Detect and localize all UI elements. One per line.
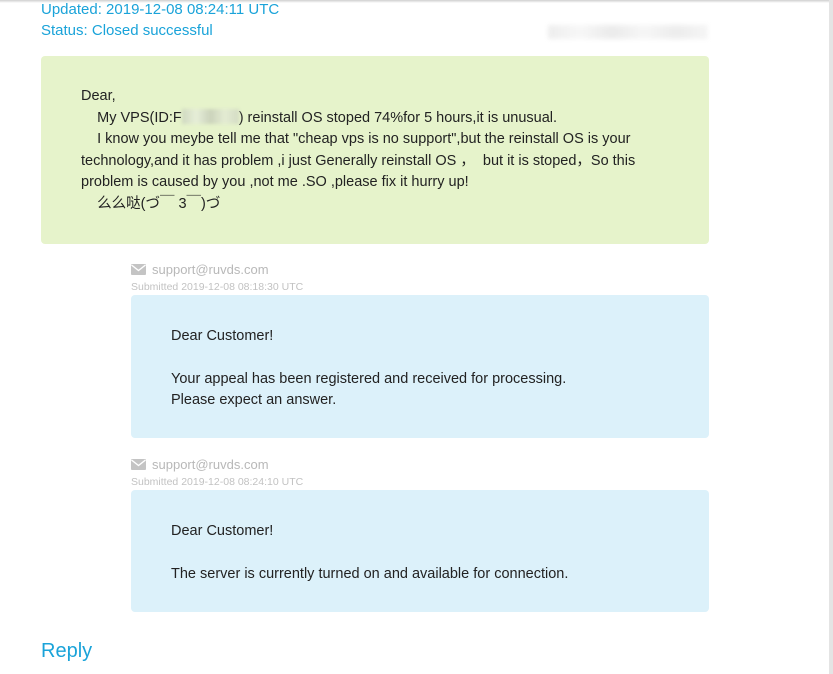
message-text: ) reinstall OS stoped 74%for 5 hours,it … [238,109,558,126]
reply-timestamp: Submitted 2019-12-08 08:24:10 UTC [131,476,304,488]
redacted-area [548,25,708,39]
reply-body-line: Your appeal has been registered and rece… [171,370,567,387]
message-line: My VPS(ID:F ) reinstall OS stoped 74%for … [81,108,709,130]
reply-sender: support@ruvds.com [131,457,269,473]
reply-body-line: The server is currently turned on and av… [171,565,569,582]
customer-message: Dear, My VPS(ID:F ) reinstall OS stoped 7… [41,56,709,244]
window-edge [829,0,833,674]
reply-link[interactable]: Reply [41,640,92,663]
support-reply: Dear Customer! Your appeal has been regi… [131,295,709,438]
ticket-updated: Updated: 2019-12-08 08:24:11 UTC [41,1,280,18]
message-signature: 么么哒(づ￣ 3￣)づ [81,195,221,212]
reply-sender: support@ruvds.com [131,262,269,278]
message-greeting: Dear, [81,88,116,104]
envelope-icon [131,459,146,470]
reply-body-line: Please expect an answer. [171,392,337,408]
message-paragraph: I know you meybe tell me that "cheap vps… [81,131,640,190]
message-text: My VPS(ID:F [81,109,182,126]
ticket-status: Status: Closed successful [41,22,213,39]
envelope-icon [131,264,146,275]
reply-greeting: Dear Customer! [171,328,274,344]
sender-email: support@ruvds.com [152,457,269,472]
support-reply: Dear Customer! The server is currently t… [131,490,709,612]
reply-greeting: Dear Customer! [171,523,274,539]
reply-timestamp: Submitted 2019-12-08 08:18:30 UTC [131,281,304,293]
sender-email: support@ruvds.com [152,262,269,277]
redacted-id [181,108,239,124]
